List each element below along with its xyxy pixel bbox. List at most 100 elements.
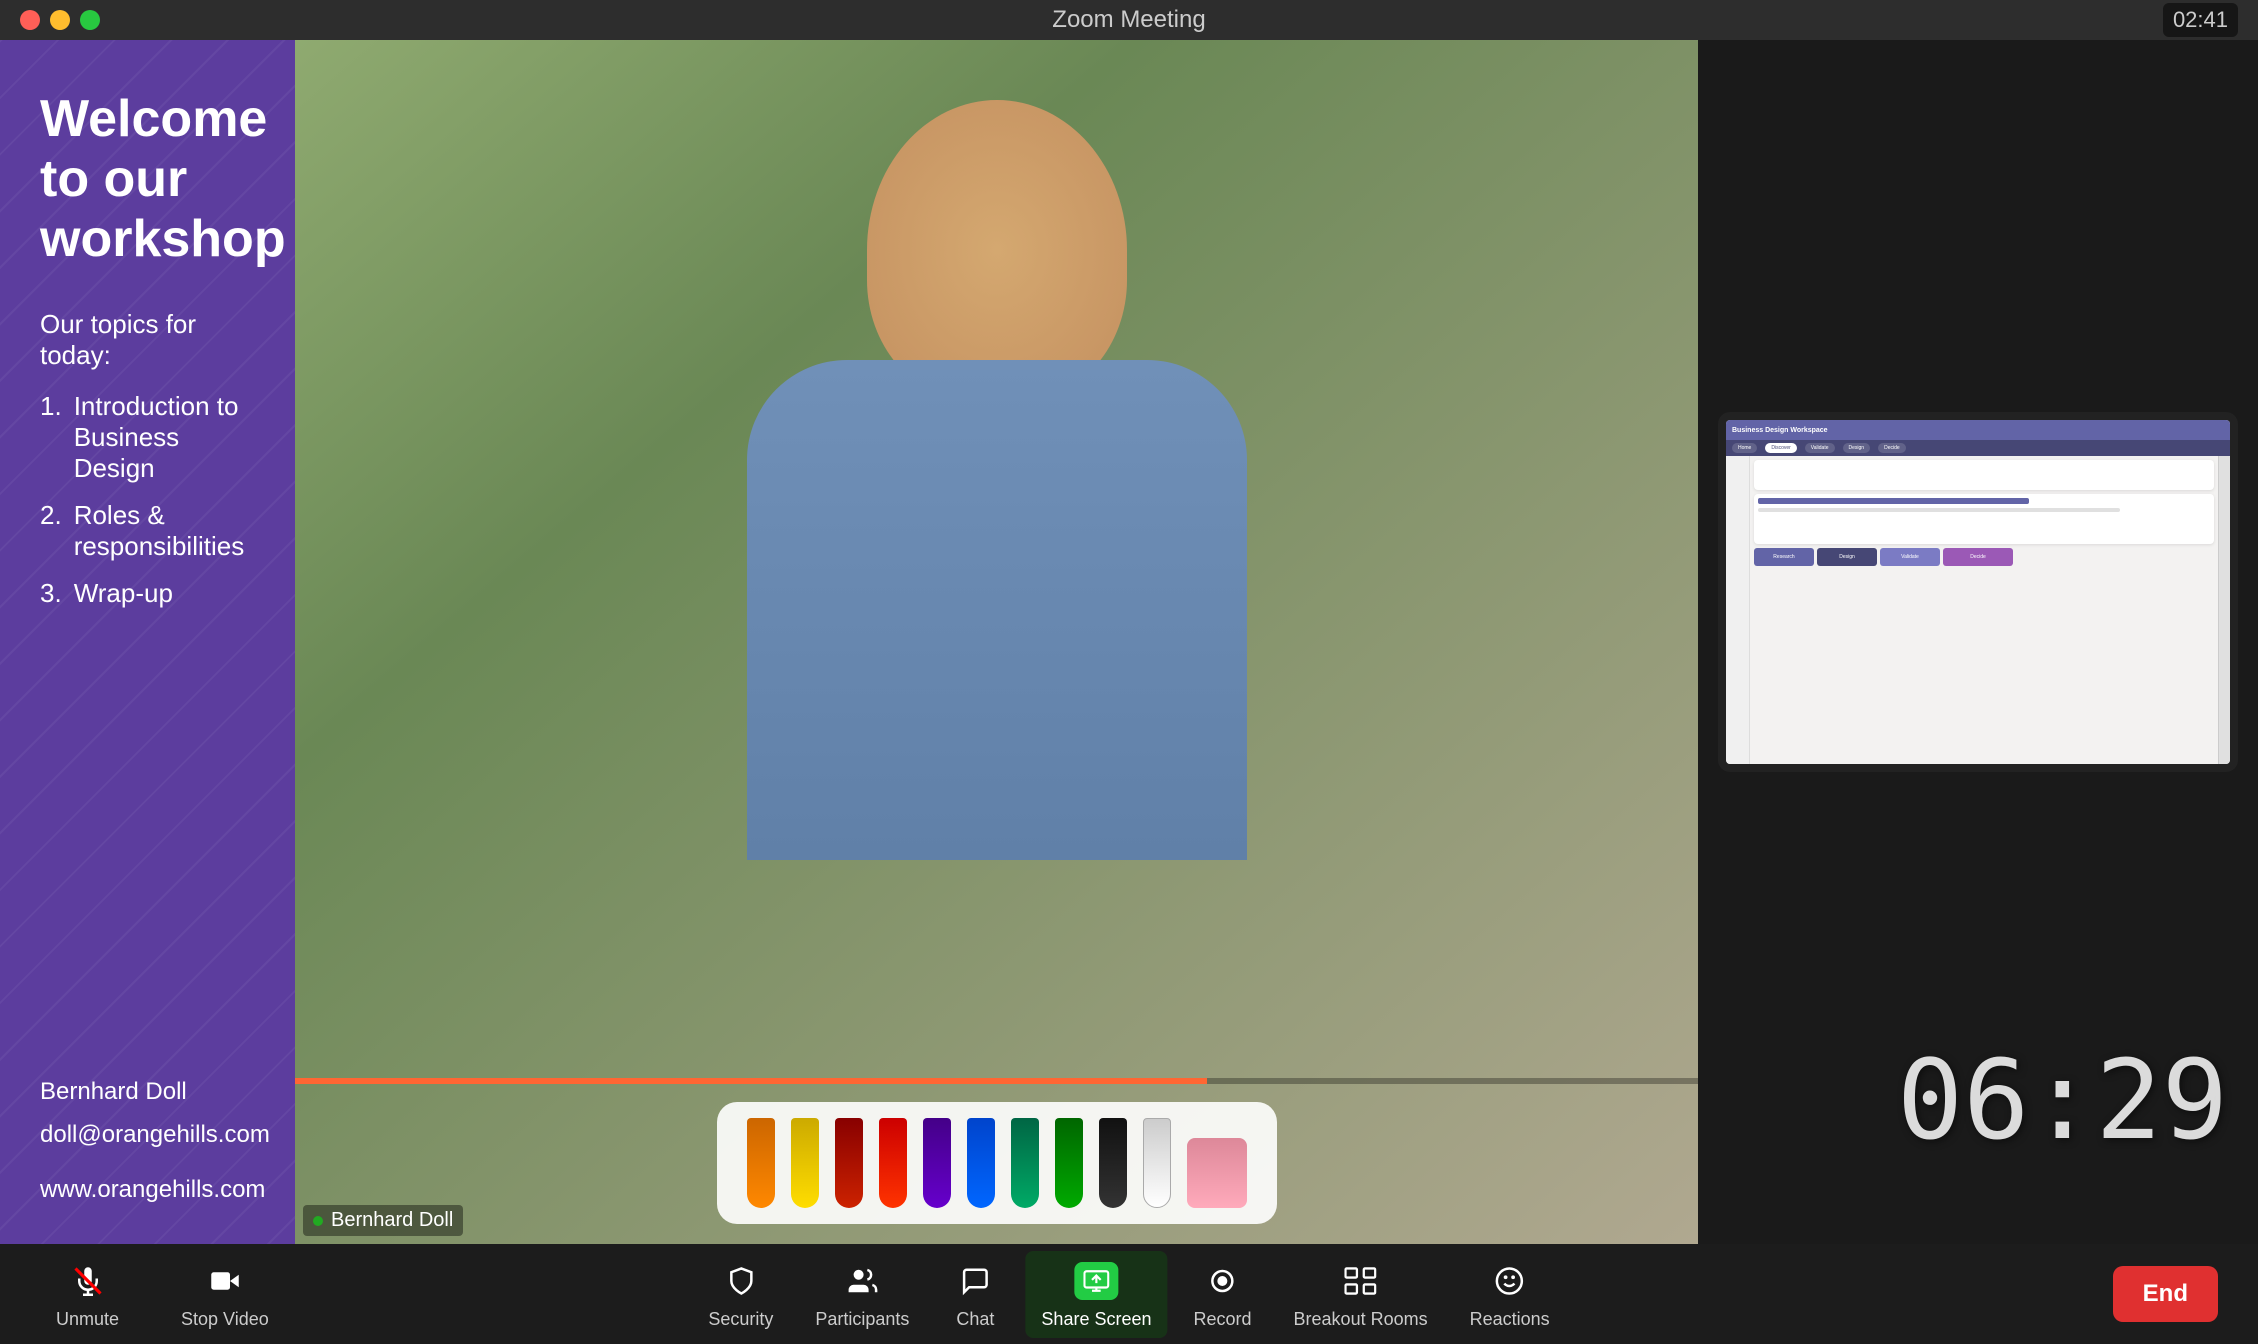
- participant-name: Bernhard Doll: [331, 1209, 453, 1232]
- traffic-lights[interactable]: [20, 10, 100, 30]
- reactions-icon: [1488, 1259, 1532, 1303]
- monitor-frame: Business Design Workspace Home Discover …: [1718, 412, 2238, 772]
- stop-video-button[interactable]: Stop Video: [165, 1251, 285, 1338]
- record-label: Record: [1194, 1309, 1252, 1330]
- microphone-icon: [66, 1259, 110, 1303]
- security-icon: [719, 1259, 763, 1303]
- topic-text-1: Introduction to Business Design: [74, 391, 255, 484]
- window-title: Zoom Meeting: [1052, 6, 1205, 34]
- workspace-card-2: [1754, 494, 2214, 544]
- pipeline-validate: Validate: [1880, 548, 1940, 566]
- nav-item-validate[interactable]: Validate: [1805, 443, 1835, 453]
- participant-name-label: Bernhard Doll: [303, 1205, 463, 1236]
- security-label: Security: [708, 1309, 773, 1330]
- monitor-screen: Business Design Workspace Home Discover …: [1726, 420, 2230, 764]
- body-area: [747, 360, 1247, 860]
- camera-icon: [203, 1259, 247, 1303]
- breakout-rooms-button[interactable]: Breakout Rooms: [1278, 1251, 1444, 1338]
- markers-toolbar[interactable]: [717, 1102, 1277, 1224]
- participants-icon: [840, 1259, 884, 1303]
- bottom-toolbar: Unmute Stop Video Security: [0, 1244, 2258, 1344]
- marker-blue[interactable]: [967, 1118, 995, 1208]
- nav-item-home[interactable]: Home: [1732, 443, 1757, 453]
- progress-bar-fill: [295, 1078, 1207, 1084]
- topic-number-2: 2.: [40, 500, 62, 562]
- marker-black[interactable]: [1099, 1118, 1127, 1208]
- toolbar-right: End: [2113, 1266, 2218, 1322]
- monitor-navbar: Home Discover Validate Design Decide: [1726, 440, 2230, 456]
- reactions-label: Reactions: [1470, 1309, 1550, 1330]
- slide-topic-list: 1. Introduction to Business Design 2. Ro…: [40, 391, 255, 609]
- stop-video-label: Stop Video: [181, 1309, 269, 1330]
- nav-item-design[interactable]: Design: [1843, 443, 1871, 453]
- webcam-area: Bernhard Doll: [295, 40, 1698, 1244]
- topic-text-2: Roles & responsibilities: [74, 500, 255, 562]
- monitor-sidebar: [1726, 456, 1750, 764]
- topic-item-3: 3. Wrap-up: [40, 578, 255, 609]
- monitor-app-title: Business Design Workspace: [1732, 427, 1828, 434]
- record-icon: [1201, 1259, 1245, 1303]
- close-button[interactable]: [20, 10, 40, 30]
- mic-active-indicator: [313, 1216, 323, 1226]
- monitor-main: Research Design Validate Decide: [1750, 456, 2218, 764]
- chat-label: Chat: [956, 1309, 994, 1330]
- breakout-rooms-label: Breakout Rooms: [1294, 1309, 1428, 1330]
- fullscreen-button[interactable]: [80, 10, 100, 30]
- share-screen-button[interactable]: Share Screen: [1025, 1251, 1167, 1338]
- security-button[interactable]: Security: [692, 1251, 789, 1338]
- monitor-area: Business Design Workspace Home Discover …: [1698, 40, 2258, 1244]
- presenter-name: Bernhard Doll: [40, 1078, 187, 1105]
- unmute-button[interactable]: Unmute: [40, 1251, 135, 1338]
- slide-welcome-text: Welcome to our workshop: [40, 90, 255, 269]
- pipeline-design: Design: [1817, 548, 1877, 566]
- record-button[interactable]: Record: [1178, 1251, 1268, 1338]
- nav-item-discover[interactable]: Discover: [1765, 443, 1796, 453]
- pipeline-research: Research: [1754, 548, 1814, 566]
- topic-number-1: 1.: [40, 391, 62, 484]
- participants-button[interactable]: Participants: [799, 1251, 925, 1338]
- slide-topics-title: Our topics for today:: [40, 309, 255, 371]
- slide-contact: Bernhard Doll doll@orangehills.com: [40, 1070, 255, 1156]
- nav-item-decide[interactable]: Decide: [1878, 443, 1906, 453]
- title-bar: Zoom Meeting 02:41: [0, 0, 2258, 40]
- marker-red[interactable]: [879, 1118, 907, 1208]
- chat-icon: [953, 1259, 997, 1303]
- slide-panel: Welcome to our workshop Our topics for t…: [0, 40, 295, 1244]
- monitor-right-panel: [2218, 456, 2230, 764]
- eraser-tool[interactable]: [1187, 1138, 1247, 1208]
- monitor-topbar: Business Design Workspace: [1726, 420, 2230, 440]
- marker-orange[interactable]: [747, 1118, 775, 1208]
- toolbar-center: Security Participants Chat: [692, 1251, 1565, 1338]
- monitor-body: Research Design Validate Decide: [1726, 456, 2230, 764]
- main-content: Welcome to our workshop Our topics for t…: [0, 40, 2258, 1244]
- marker-red-dark[interactable]: [835, 1118, 863, 1208]
- topic-number-3: 3.: [40, 578, 62, 609]
- end-button[interactable]: End: [2113, 1266, 2218, 1322]
- session-timer: 06:29: [1897, 1036, 2228, 1164]
- reactions-button[interactable]: Reactions: [1454, 1251, 1566, 1338]
- toolbar-left: Unmute Stop Video: [40, 1251, 285, 1338]
- participants-label: Participants: [815, 1309, 909, 1330]
- marker-yellow[interactable]: [791, 1118, 819, 1208]
- presenter-email: doll@orangehills.com: [40, 1121, 270, 1148]
- workspace-pipeline: Research Design Validate Decide: [1754, 548, 2214, 760]
- marker-white[interactable]: [1143, 1118, 1171, 1208]
- unmute-label: Unmute: [56, 1309, 119, 1330]
- marker-green[interactable]: [1055, 1118, 1083, 1208]
- topic-item-2: 2. Roles & responsibilities: [40, 500, 255, 562]
- chat-button[interactable]: Chat: [935, 1251, 1015, 1338]
- workspace-card-1: [1754, 460, 2214, 490]
- breakout-rooms-icon: [1339, 1259, 1383, 1303]
- face-area: [867, 100, 1127, 400]
- share-screen-label: Share Screen: [1041, 1309, 1151, 1330]
- progress-bar-container: [295, 1078, 1698, 1084]
- pipeline-decide: Decide: [1943, 548, 2013, 566]
- marker-teal[interactable]: [1011, 1118, 1039, 1208]
- marker-purple[interactable]: [923, 1118, 951, 1208]
- minimize-button[interactable]: [50, 10, 70, 30]
- time-badge: 02:41: [2163, 3, 2238, 37]
- topic-item-1: 1. Introduction to Business Design: [40, 391, 255, 484]
- share-screen-icon: [1074, 1259, 1118, 1303]
- topic-text-3: Wrap-up: [74, 578, 173, 609]
- presenter-website: www.orangehills.com: [40, 1176, 255, 1204]
